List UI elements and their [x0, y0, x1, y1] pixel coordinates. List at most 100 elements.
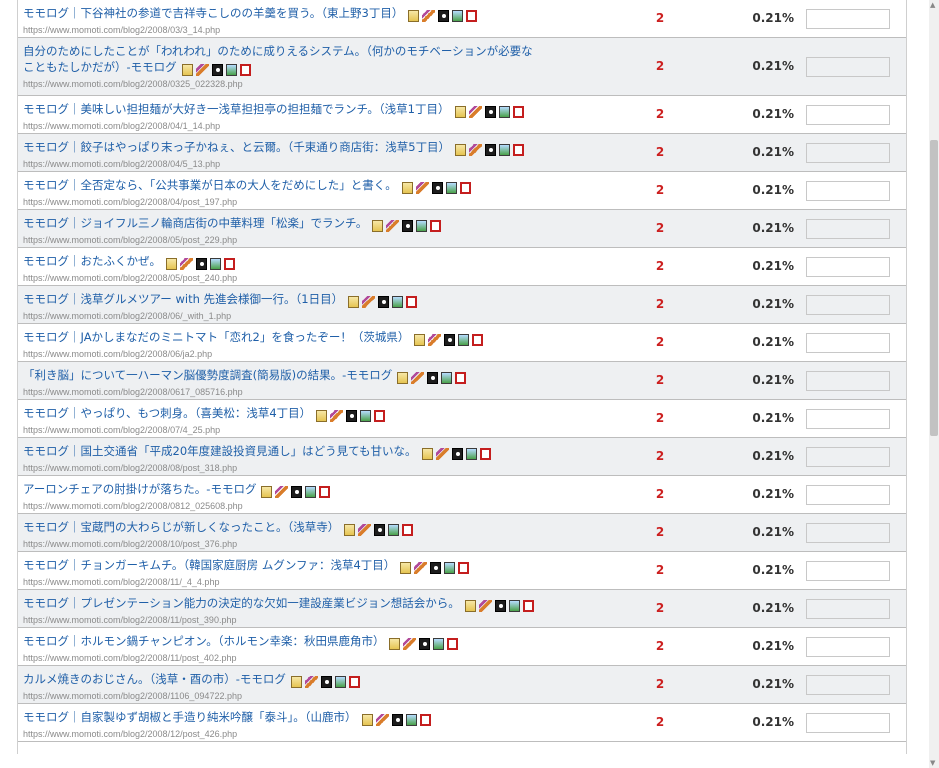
photo-icon[interactable]	[305, 485, 317, 498]
photo-icon[interactable]	[441, 371, 453, 384]
book-icon[interactable]	[239, 63, 251, 76]
entry-input-field[interactable]	[806, 561, 890, 581]
entry-title-link[interactable]: モモログ｜やっぱり、もつ刺身。（喜美松：浅草4丁目）	[23, 406, 311, 420]
camera-icon[interactable]	[346, 409, 358, 422]
hatena-bookmark-icon[interactable]	[344, 523, 356, 536]
book-icon[interactable]	[419, 713, 431, 726]
book-icon[interactable]	[472, 333, 484, 346]
entry-input-field[interactable]	[806, 523, 890, 543]
entry-title-link[interactable]: モモログ｜チョンガーキムチ。（韓国家庭厨房 ムグンファ：浅草4丁目）	[23, 558, 395, 572]
entry-title-link[interactable]: モモログ｜全否定なら、「公共事業が日本の大人をだめにした」と書く。	[23, 178, 397, 192]
entry-title-link[interactable]: モモログ｜宝蔵門の大わらじが新しくなったこと。（浅草寺）	[23, 520, 339, 534]
entry-input-field[interactable]	[806, 219, 890, 239]
entry-title-link[interactable]: モモログ｜自家製ゆず胡椒と手造り純米吟醸「泰斗」。（山鹿市）	[23, 710, 357, 724]
pen-icon[interactable]	[415, 181, 429, 194]
photo-icon[interactable]	[392, 295, 404, 308]
pen-icon[interactable]	[469, 143, 483, 156]
entry-title-link[interactable]: モモログ｜JAかしまなだのミニトマト「恋れ2」を食ったぞー！（茨城県）	[23, 330, 409, 344]
pen-icon[interactable]	[375, 713, 389, 726]
entry-title-link[interactable]: モモログ｜下谷神社の参道で吉祥寺こしのの羊羹を買う。（東上野3丁目）	[23, 6, 403, 20]
entry-input-field[interactable]	[806, 9, 890, 29]
photo-icon[interactable]	[498, 105, 510, 118]
entry-input-field[interactable]	[806, 181, 890, 201]
pen-icon[interactable]	[435, 447, 449, 460]
entry-input-field[interactable]	[806, 371, 890, 391]
book-icon[interactable]	[479, 447, 491, 460]
entry-input-field[interactable]	[806, 143, 890, 163]
pen-icon[interactable]	[304, 675, 318, 688]
pen-icon[interactable]	[414, 561, 428, 574]
hatena-bookmark-icon[interactable]	[361, 713, 373, 726]
entry-input-field[interactable]	[806, 485, 890, 505]
camera-icon[interactable]	[451, 447, 463, 460]
book-icon[interactable]	[374, 409, 386, 422]
book-icon[interactable]	[459, 181, 471, 194]
entry-title-link[interactable]: 自分のためにしたことが「われわれ」のために成りえるシステム。（何かのモチベーショ…	[23, 44, 533, 74]
photo-icon[interactable]	[499, 143, 511, 156]
camera-icon[interactable]	[320, 675, 332, 688]
pen-icon[interactable]	[468, 105, 482, 118]
camera-icon[interactable]	[378, 295, 390, 308]
hatena-bookmark-icon[interactable]	[408, 9, 420, 22]
hatena-bookmark-icon[interactable]	[348, 295, 360, 308]
book-icon[interactable]	[319, 485, 331, 498]
entry-title-link[interactable]: モモログ｜餃子はやっぱり末っ子かねぇ、と云爾。（千束通り商店街：浅草5丁目）	[23, 140, 450, 154]
camera-icon[interactable]	[391, 713, 403, 726]
hatena-bookmark-icon[interactable]	[421, 447, 433, 460]
camera-icon[interactable]	[211, 63, 223, 76]
photo-icon[interactable]	[444, 561, 456, 574]
pen-icon[interactable]	[180, 257, 193, 270]
book-icon[interactable]	[224, 257, 235, 270]
camera-icon[interactable]	[291, 485, 303, 498]
entry-title-link[interactable]: カルメ焼きのおじさん。（浅草・酉の市）-モモログ	[23, 672, 286, 686]
photo-icon[interactable]	[360, 409, 372, 422]
photo-icon[interactable]	[388, 523, 400, 536]
hatena-bookmark-icon[interactable]	[261, 485, 273, 498]
entry-input-field[interactable]	[806, 57, 890, 77]
photo-icon[interactable]	[458, 333, 470, 346]
entry-input-field[interactable]	[806, 637, 890, 657]
pen-icon[interactable]	[422, 9, 436, 22]
pen-icon[interactable]	[330, 409, 344, 422]
entry-title-link[interactable]: アーロンチェアの肘掛けが落ちた。-モモログ	[23, 482, 256, 496]
pen-icon[interactable]	[362, 295, 376, 308]
photo-icon[interactable]	[433, 637, 445, 650]
entry-input-field[interactable]	[806, 599, 890, 619]
camera-icon[interactable]	[494, 599, 506, 612]
entry-title-link[interactable]: モモログ｜おたふくかぜ。	[23, 254, 161, 268]
pen-icon[interactable]	[275, 485, 289, 498]
entry-input-field[interactable]	[806, 105, 890, 125]
hatena-bookmark-icon[interactable]	[414, 333, 426, 346]
book-icon[interactable]	[447, 637, 459, 650]
entry-input-field[interactable]	[806, 409, 890, 429]
hatena-bookmark-icon[interactable]	[464, 599, 476, 612]
hatena-bookmark-icon[interactable]	[401, 181, 413, 194]
entry-title-link[interactable]: モモログ｜ホルモン鍋チャンピオン。（ホルモン幸楽：秋田県鹿角市）	[23, 634, 384, 648]
book-icon[interactable]	[512, 105, 524, 118]
pen-icon[interactable]	[428, 333, 442, 346]
entry-title-link[interactable]: モモログ｜国土交通省「平成20年度建設投資見通し」はどう見ても甘いな。	[23, 444, 417, 458]
camera-icon[interactable]	[438, 9, 450, 22]
camera-icon[interactable]	[402, 219, 414, 232]
pen-icon[interactable]	[411, 371, 425, 384]
book-icon[interactable]	[458, 561, 470, 574]
entry-input-field[interactable]	[806, 675, 890, 695]
pen-icon[interactable]	[358, 523, 372, 536]
entry-input-field[interactable]	[806, 447, 890, 467]
entry-title-link[interactable]: モモログ｜ジョイフル三ノ輪商店街の中華料理「松楽」でランチ。	[23, 216, 367, 230]
camera-icon[interactable]	[444, 333, 456, 346]
hatena-bookmark-icon[interactable]	[290, 675, 302, 688]
book-icon[interactable]	[430, 219, 442, 232]
entry-input-field[interactable]	[806, 295, 890, 315]
photo-icon[interactable]	[225, 63, 237, 76]
camera-icon[interactable]	[374, 523, 386, 536]
book-icon[interactable]	[348, 675, 360, 688]
pen-icon[interactable]	[195, 63, 209, 76]
camera-icon[interactable]	[419, 637, 431, 650]
photo-icon[interactable]	[334, 675, 346, 688]
scroll-thumb[interactable]	[930, 140, 938, 436]
camera-icon[interactable]	[484, 105, 496, 118]
hatena-bookmark-icon[interactable]	[166, 257, 177, 270]
photo-icon[interactable]	[452, 9, 464, 22]
book-icon[interactable]	[513, 143, 525, 156]
